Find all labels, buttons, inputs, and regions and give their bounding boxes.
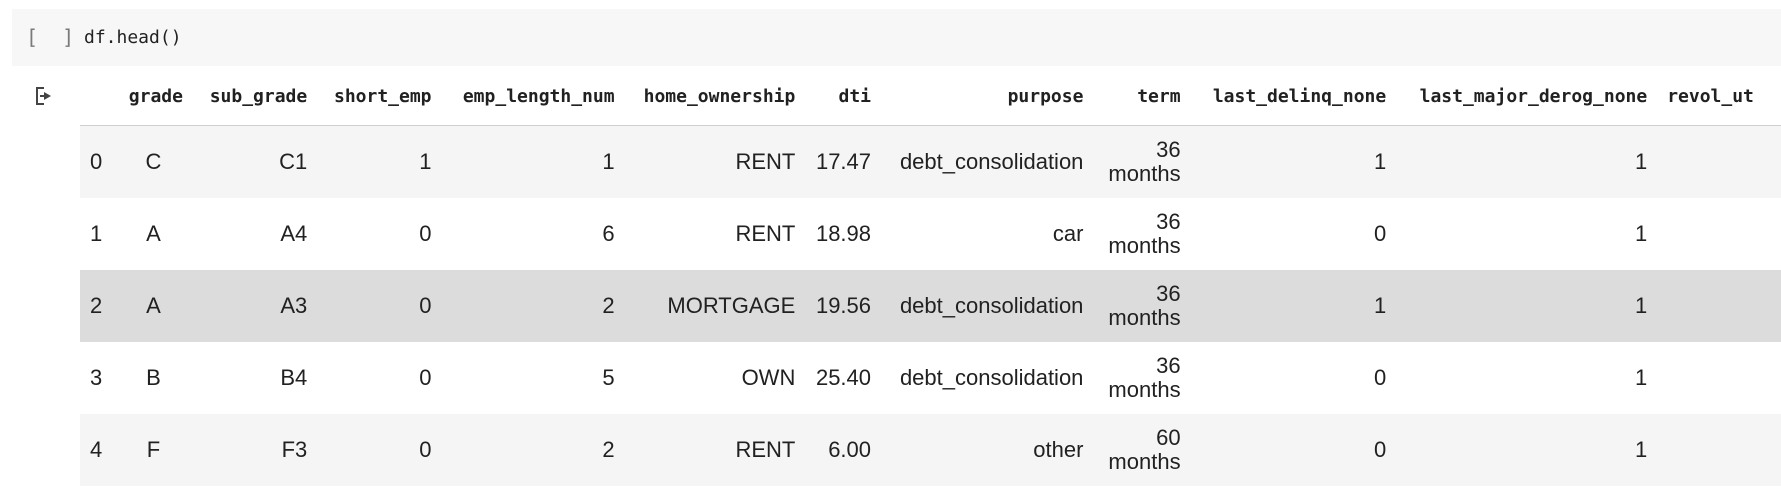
table-cell: MORTGAGE <box>624 270 806 342</box>
table-cell: 36 months <box>1093 270 1191 342</box>
table-cell: 8 <box>1657 414 1781 486</box>
table-cell: B <box>113 342 193 414</box>
table-cell: RENT <box>624 414 806 486</box>
table-cell: 8 <box>1657 342 1781 414</box>
table-cell: 25.40 <box>805 342 882 414</box>
dataframe-table: grade sub_grade short_emp emp_length_num… <box>80 68 1781 486</box>
table-cell: 0 <box>1190 342 1397 414</box>
table-cell: 0 <box>317 342 442 414</box>
column-header: dti <box>805 68 882 126</box>
table-cell: 5 <box>441 342 625 414</box>
table-row: 0 C C1 1 1 RENT 17.47 debt_consolidation 36 mont… <box>80 125 1781 198</box>
row-index: 4 <box>80 414 114 486</box>
table-cell: 1 <box>441 125 625 198</box>
column-header: short_emp <box>317 68 442 126</box>
table-row: 3 B B4 0 5 OWN 25.40 debt_consolidation 36 month… <box>80 342 1781 414</box>
table-row: 4FF302RENT6.00other60 months018 <box>80 414 1781 486</box>
column-header: purpose <box>881 68 1094 126</box>
code-input[interactable]: df.head() <box>84 27 182 48</box>
table-cell: 1 <box>317 125 442 198</box>
table-cell: 4( <box>1657 270 1781 342</box>
column-header-index <box>80 68 114 126</box>
column-header: emp_length_num <box>441 68 625 126</box>
table-cell: 5( <box>1657 125 1781 198</box>
output-arrow-icon[interactable] <box>32 84 56 108</box>
table-cell: A <box>113 198 193 270</box>
row-index: 1 <box>80 198 114 270</box>
table-cell: F3 <box>192 414 318 486</box>
table-cell: OWN <box>624 342 806 414</box>
table-cell: C1 <box>192 125 318 198</box>
table-cell: A4 <box>192 198 318 270</box>
table-cell: B4 <box>192 342 318 414</box>
table-cell: 0 <box>317 414 442 486</box>
table-cell: 1 <box>1396 270 1658 342</box>
table-cell: 60 months <box>1093 414 1191 486</box>
table-cell: 1 <box>1190 270 1397 342</box>
table-cell: other <box>881 414 1094 486</box>
table-cell: debt_consolidation <box>881 270 1094 342</box>
table-cell: 3. <box>1657 198 1781 270</box>
column-header: term <box>1093 68 1191 126</box>
header-row: grade sub_grade short_emp emp_length_num… <box>80 68 1781 126</box>
table-cell: C <box>113 125 193 198</box>
table-cell: 36 months <box>1093 198 1191 270</box>
table-cell: 2 <box>441 414 625 486</box>
column-header: last_delinq_none <box>1190 68 1397 126</box>
table-cell: 0 <box>317 270 442 342</box>
row-index: 2 <box>80 270 114 342</box>
table-cell: 0 <box>1190 414 1397 486</box>
output-area: grade sub_grade short_emp emp_length_num… <box>80 68 1781 502</box>
table-cell: 6.00 <box>805 414 882 486</box>
table-cell: debt_consolidation <box>881 125 1094 198</box>
table-cell: debt_consolidation <box>881 342 1094 414</box>
column-header: grade <box>113 68 193 126</box>
table-cell: A <box>113 270 193 342</box>
table-cell: 1 <box>1396 125 1658 198</box>
table-cell: 1 <box>1396 198 1658 270</box>
code-cell[interactable]: [ ] df.head() <box>12 9 1781 66</box>
table-row: 1AA406RENT18.98car36 months013. <box>80 198 1781 270</box>
table-cell: 2 <box>441 270 625 342</box>
table-cell: 1 <box>1396 342 1658 414</box>
table-cell: RENT <box>624 125 806 198</box>
table-cell: 6 <box>441 198 625 270</box>
table-cell: 1 <box>1396 414 1658 486</box>
table-cell: car <box>881 198 1094 270</box>
table-cell: 17.47 <box>805 125 882 198</box>
column-header: revol_ut <box>1657 68 1781 126</box>
table-cell: 18.98 <box>805 198 882 270</box>
table-row: 2 A A3 0 2 MORTGAGE 19.56 debt_consolidation 36 … <box>80 270 1781 342</box>
table-cell: A3 <box>192 270 318 342</box>
table-cell: 19.56 <box>805 270 882 342</box>
table-cell: 0 <box>317 198 442 270</box>
row-index: 3 <box>80 342 114 414</box>
column-header: last_major_derog_none <box>1396 68 1658 126</box>
table-cell: 36 months <box>1093 125 1191 198</box>
run-cell-button[interactable]: [ ] <box>26 25 80 49</box>
column-header: home_ownership <box>624 68 806 126</box>
table-cell: F <box>113 414 193 486</box>
column-header: sub_grade <box>192 68 318 126</box>
table-cell: RENT <box>624 198 806 270</box>
row-index: 0 <box>80 125 114 198</box>
table-cell: 36 months <box>1093 342 1191 414</box>
table-cell: 1 <box>1190 125 1397 198</box>
table-cell: 0 <box>1190 198 1397 270</box>
